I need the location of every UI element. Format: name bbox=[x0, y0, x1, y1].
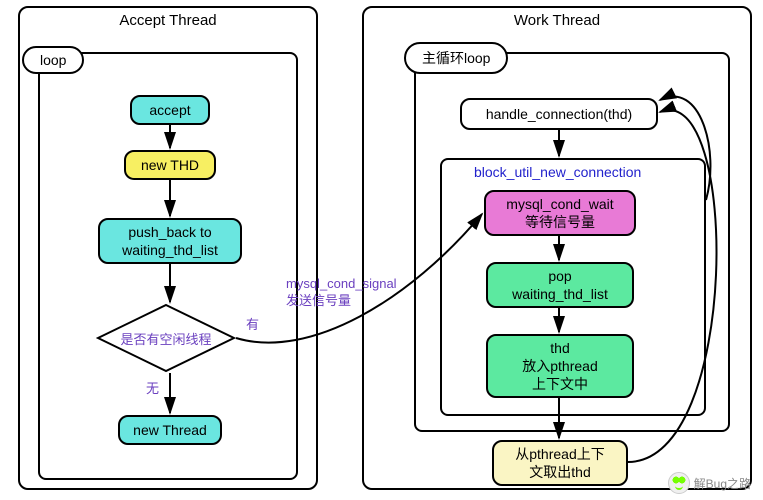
thd-l3: 上下文中 bbox=[532, 375, 588, 393]
accept-node: accept bbox=[130, 95, 210, 125]
accept-thread-title: Accept Thread bbox=[119, 12, 216, 29]
left-loop-label: loop bbox=[22, 46, 84, 74]
accept-label: accept bbox=[149, 101, 190, 119]
signal-label: mysql_cond_signal 发送信号量 bbox=[286, 276, 397, 310]
decision-diamond: 是否有空闲线程 bbox=[96, 303, 236, 373]
from-pthread-l2: 文取出thd bbox=[529, 463, 590, 481]
watermark-text: 解Bug之路 bbox=[694, 475, 751, 492]
from-pthread-l1: 从pthread上下 bbox=[515, 445, 604, 463]
thd-pthread-node: thd 放入pthread 上下文中 bbox=[486, 334, 634, 398]
watermark: 解Bug之路 bbox=[668, 472, 751, 494]
handle-connection-node: handle_connection(thd) bbox=[460, 98, 658, 130]
pop-node: pop waiting_thd_list bbox=[486, 262, 634, 308]
new-thread-label: new Thread bbox=[133, 421, 207, 439]
cond-wait-node: mysql_cond_wait 等待信号量 bbox=[484, 190, 636, 236]
edge-no-label: 无 bbox=[146, 378, 159, 397]
wechat-icon bbox=[668, 472, 690, 494]
pop-l1: pop bbox=[548, 267, 571, 285]
from-pthread-node: 从pthread上下 文取出thd bbox=[492, 440, 628, 486]
thd-l2: 放入pthread bbox=[522, 357, 597, 375]
push-back-node: push_back to waiting_thd_list bbox=[98, 218, 242, 264]
push-back-l2: waiting_thd_list bbox=[122, 241, 218, 259]
handle-connection-label: handle_connection(thd) bbox=[486, 105, 632, 123]
cond-wait-l2: 等待信号量 bbox=[525, 213, 595, 231]
pop-l2: waiting_thd_list bbox=[512, 285, 608, 303]
new-thd-label: new THD bbox=[141, 156, 199, 174]
signal-l1: mysql_cond_signal bbox=[286, 276, 397, 293]
block-util-label: block_util_new_connection bbox=[474, 164, 641, 180]
decision-text: 是否有空闲线程 bbox=[120, 329, 211, 348]
new-thd-node: new THD bbox=[124, 150, 216, 180]
signal-l2: 发送信号量 bbox=[286, 293, 397, 310]
right-loop-label: 主循环loop bbox=[404, 42, 508, 74]
edge-yes-label: 有 bbox=[246, 314, 259, 333]
work-thread-title: Work Thread bbox=[514, 12, 600, 29]
thd-l1: thd bbox=[550, 339, 569, 357]
new-thread-node: new Thread bbox=[118, 415, 222, 445]
push-back-l1: push_back to bbox=[128, 223, 211, 241]
cond-wait-l1: mysql_cond_wait bbox=[506, 195, 613, 213]
